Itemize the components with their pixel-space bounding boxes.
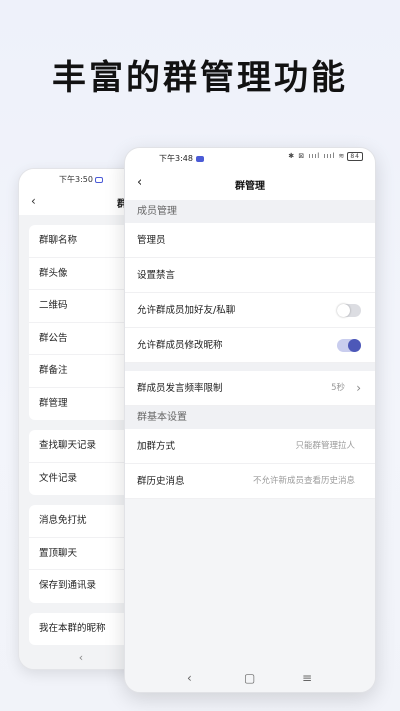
do-not-disturb-item[interactable]: 消息免打扰 bbox=[29, 505, 133, 538]
allow-nickname-item: 允许群成员修改昵称 bbox=[125, 328, 375, 363]
allow-friend-label: 允许群成员加好友/私聊 bbox=[137, 305, 236, 316]
qrcode-item[interactable]: 二维码 bbox=[29, 290, 133, 323]
file-records-item[interactable]: 文件记录 bbox=[29, 463, 133, 496]
toggle-knob bbox=[337, 304, 350, 317]
group-avatar-item[interactable]: 群头像 bbox=[29, 258, 133, 290]
save-contacts-item[interactable]: 保存到通讯录 bbox=[29, 570, 133, 603]
toggle-knob bbox=[348, 339, 361, 352]
back-settings-group: 群聊名称 群头像 二维码 群公告 群备注 群管理 bbox=[29, 225, 133, 420]
nav-menu-icon[interactable]: ≡ bbox=[302, 671, 312, 685]
status-icons: ✱ ⊠ ıııl ıııl ≋ bbox=[288, 152, 346, 160]
mute-label: 设置禁言 bbox=[137, 270, 176, 281]
join-method-value: 只能群管理拉人 bbox=[295, 441, 355, 451]
battery-icon: 84 bbox=[347, 152, 363, 161]
back-status-time: 下午3:50 bbox=[59, 175, 93, 184]
group-remark-item[interactable]: 群备注 bbox=[29, 355, 133, 388]
group-manage-item[interactable]: 群管理 bbox=[29, 388, 133, 421]
chevron-right-icon: › bbox=[356, 381, 361, 395]
page-title: 群管理 bbox=[235, 181, 265, 192]
app-badge-icon bbox=[195, 155, 204, 162]
join-method-label: 加群方式 bbox=[137, 441, 176, 452]
history-msg-label: 群历史消息 bbox=[137, 476, 185, 487]
admin-label: 管理员 bbox=[137, 235, 166, 246]
pin-chat-item[interactable]: 置顶聊天 bbox=[29, 538, 133, 570]
back-notify-group: 消息免打扰 置顶聊天 保存到通讯录 bbox=[29, 505, 133, 603]
allow-nickname-label: 允许群成员修改昵称 bbox=[137, 340, 223, 351]
front-status-bar: 下午3:48 ✱ ⊠ ıııl ıııl ≋ 84 bbox=[125, 148, 375, 167]
front-status-time: 下午3:48 bbox=[159, 154, 193, 163]
section-member-title: 成员管理 bbox=[125, 200, 375, 223]
allow-friend-item: 允许群成员加好友/私聊 bbox=[125, 293, 375, 328]
app-badge-icon bbox=[94, 176, 103, 183]
system-nav-bar: ‹ ▢ ≡ bbox=[125, 666, 375, 692]
history-msg-item[interactable]: 群历史消息 不允许新成员查看历史消息 bbox=[125, 464, 375, 499]
my-nickname-item[interactable]: 我在本群的昵称 bbox=[29, 613, 133, 646]
join-method-item[interactable]: 加群方式 只能群管理拉人 bbox=[125, 429, 375, 464]
history-msg-value: 不允许新成员查看历史消息 bbox=[252, 476, 355, 486]
group-name-item[interactable]: 群聊名称 bbox=[29, 225, 133, 258]
nav-back-icon[interactable]: ‹ bbox=[187, 671, 192, 685]
speak-rate-label: 群成员发言频率限制 bbox=[137, 383, 223, 394]
allow-nickname-toggle[interactable] bbox=[337, 339, 361, 352]
section-basic-title: 群基本设置 bbox=[125, 406, 375, 429]
search-history-item[interactable]: 查找聊天记录 bbox=[29, 430, 133, 463]
back-arrow-icon[interactable]: ‹ bbox=[31, 194, 36, 208]
group-notice-item[interactable]: 群公告 bbox=[29, 323, 133, 355]
allow-friend-toggle[interactable] bbox=[337, 304, 361, 317]
headline: 丰富的群管理功能 bbox=[52, 58, 348, 98]
mute-item[interactable]: 设置禁言 bbox=[125, 258, 375, 293]
speak-rate-value: 5秒 bbox=[331, 383, 345, 393]
divider bbox=[125, 363, 375, 371]
back-nickname-group: 我在本群的昵称 bbox=[29, 612, 133, 646]
admin-item[interactable]: 管理员 bbox=[125, 223, 375, 258]
back-history-group: 查找聊天记录 文件记录 bbox=[29, 430, 133, 495]
speak-rate-item[interactable]: 群成员发言频率限制 5秒 › bbox=[125, 371, 375, 406]
nav-home-icon[interactable]: ▢ bbox=[244, 671, 255, 685]
front-phone-screen: 下午3:48 ✱ ⊠ ıııl ıııl ≋ 84 ‹ 群管理 成员管理 管理员 … bbox=[124, 147, 376, 693]
front-nav-bar: ‹ 群管理 bbox=[125, 167, 375, 200]
